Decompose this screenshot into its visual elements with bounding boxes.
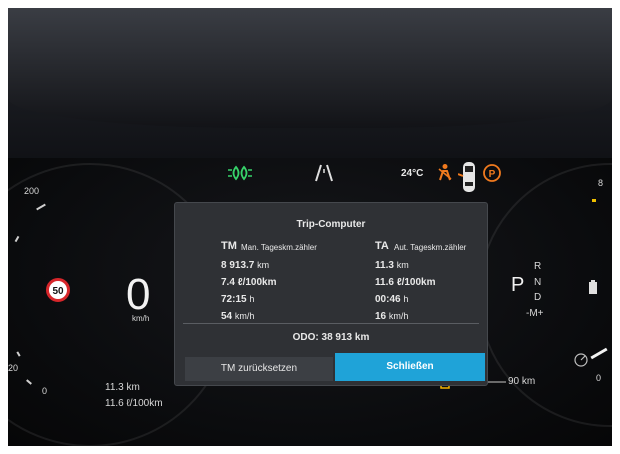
lane-assist-icon [315, 164, 333, 182]
tm-consumption: 7.4 ℓ/100km [221, 277, 277, 288]
bottom-trip-distance: 11.3 km [105, 382, 140, 393]
outside-temperature: 24°C [401, 168, 424, 179]
tm-time: 72:15 h [221, 294, 255, 305]
tm-avg-speed: 54 km/h [221, 311, 255, 322]
speed-scale-0: 0 [42, 386, 48, 396]
tm-distance: 8 913.7 km [221, 260, 270, 271]
car-door-icon [458, 162, 475, 192]
battery-icon [589, 280, 597, 294]
parking-brake-icon: P [483, 164, 501, 182]
speed-limit-value: 50 [52, 286, 64, 297]
manual-mode: -M+ [526, 308, 544, 319]
right-gauge-tick [592, 199, 596, 202]
speed-unit: km/h [132, 314, 150, 323]
dialog-divider [183, 323, 479, 324]
svg-text:P: P [489, 169, 496, 180]
seatbelt-warning-icon [438, 164, 452, 181]
speed-limit-sign: 50 [46, 278, 70, 302]
gear-n: N [534, 277, 542, 288]
low-beam-icon [228, 165, 252, 181]
reset-tm-button[interactable]: TM zurücksetzen [185, 357, 333, 381]
ta-time: 00:46 h [375, 294, 409, 305]
ta-label: Aut. Tageskm.zähler [394, 243, 467, 252]
ta-avg-speed: 16 km/h [375, 311, 409, 322]
speed-scale-200: 200 [24, 186, 40, 196]
instrument-cluster-photo: 24°C P 200 20 0 50 0 km/h 11.3 km 11.6 ℓ… [8, 8, 612, 446]
tm-label: Man. Tageskm.zähler [241, 243, 317, 252]
close-button[interactable]: Schließen [335, 353, 485, 381]
gear-r: R [534, 261, 542, 272]
ta-distance: 11.3 km [375, 260, 409, 271]
trip-computer-dialog: Trip-Computer TM Man. Tageskm.zähler TA … [174, 202, 488, 386]
gear-d: D [534, 292, 542, 303]
drive-mode-icon [574, 353, 588, 367]
tm-code: TM [221, 240, 237, 252]
dashboard-top [8, 8, 612, 128]
gear-current: P [511, 274, 525, 296]
speed-value: 0 [126, 270, 151, 319]
fuel-range: 90 km [508, 376, 536, 387]
ta-code: TA [375, 240, 389, 252]
ta-consumption: 11.6 ℓ/100km [375, 277, 436, 288]
speed-scale-20: 20 [8, 363, 19, 373]
odometer: ODO: 38 913 km [292, 332, 370, 343]
right-scale-8: 8 [598, 178, 604, 188]
right-scale-0: 0 [596, 373, 602, 383]
bottom-trip-consumption: 11.6 ℓ/100km [105, 398, 163, 409]
dialog-title: Trip-Computer [296, 219, 366, 230]
